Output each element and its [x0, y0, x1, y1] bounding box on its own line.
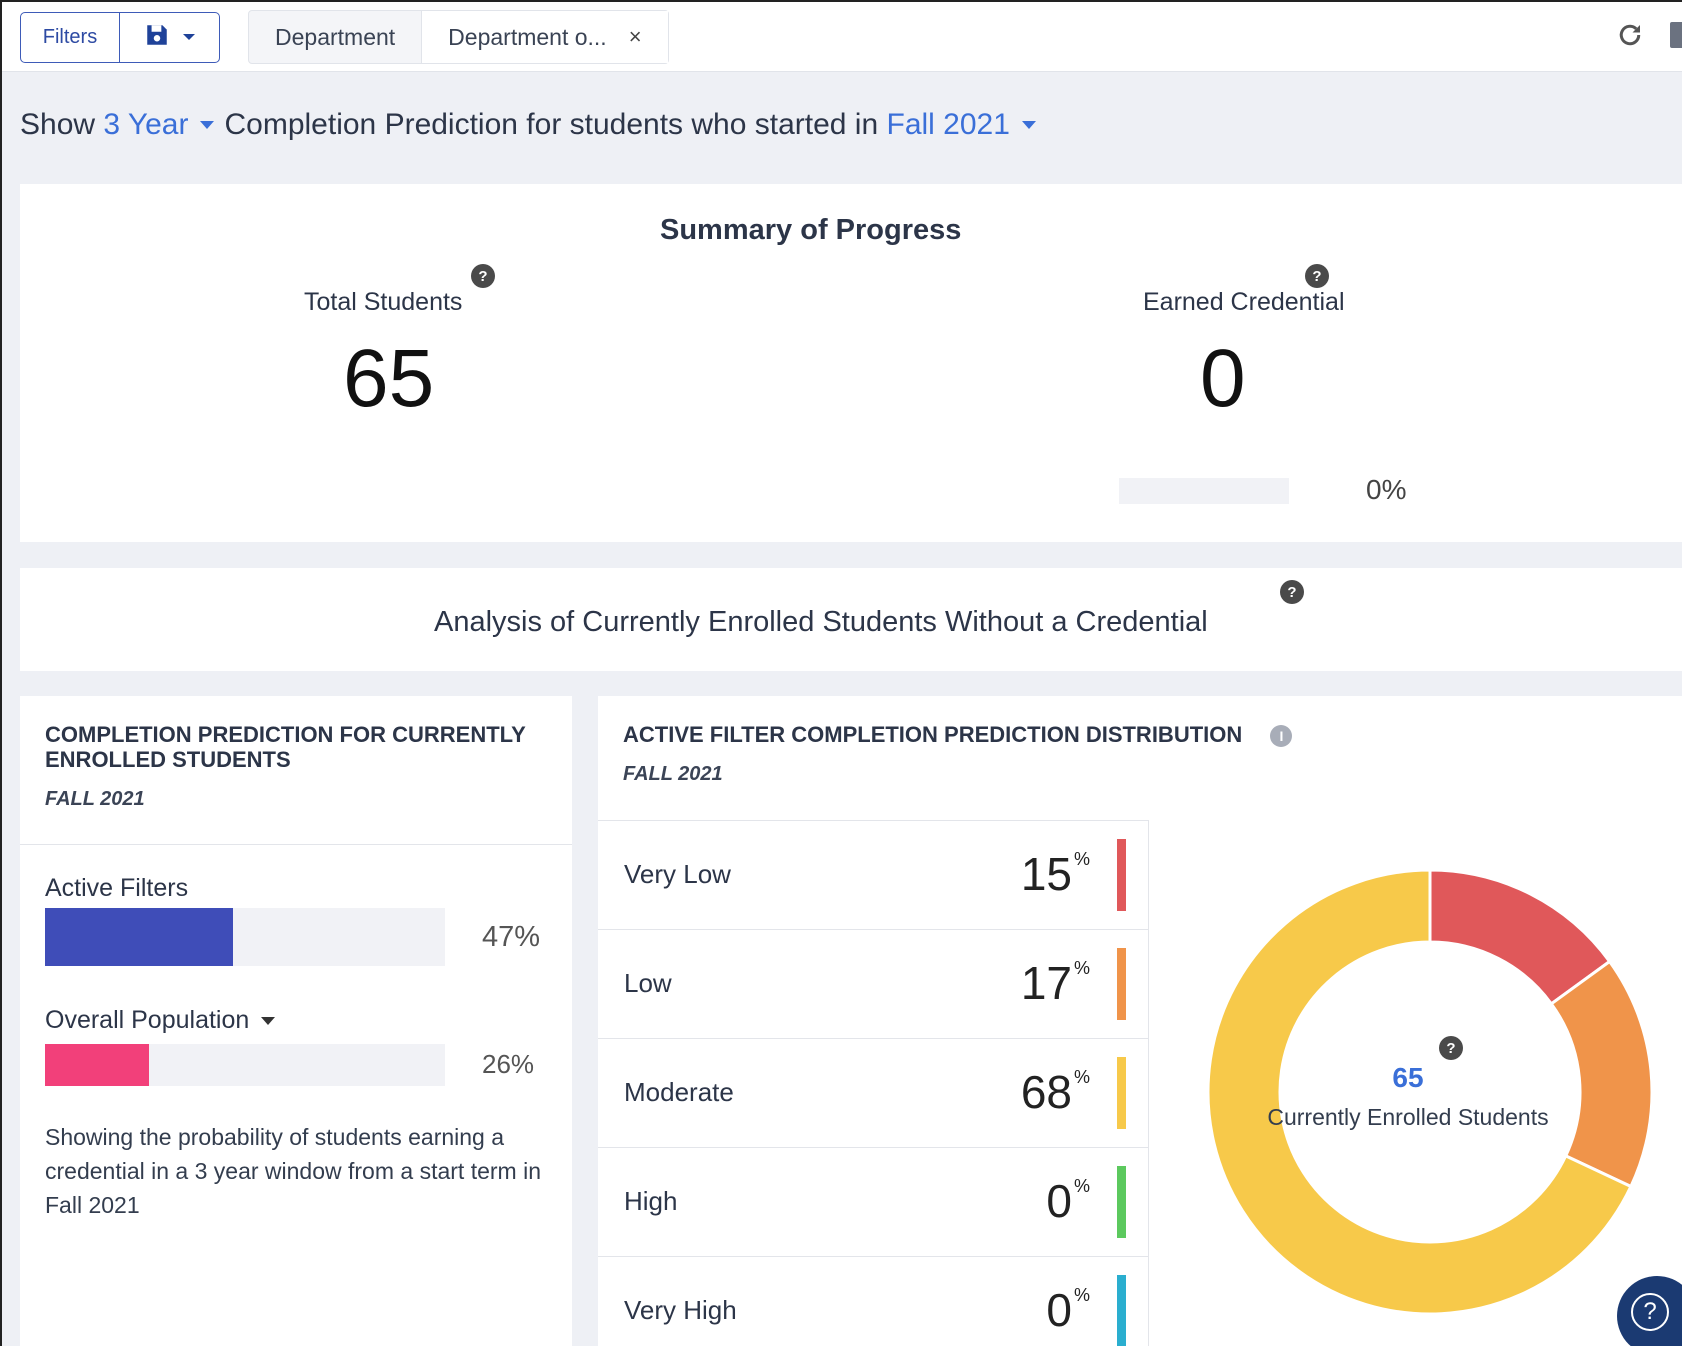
card-header: COMPLETION PREDICTION FOR CURRENTLY ENRO… [45, 722, 545, 811]
donut-slice-low[interactable] [1549, 959, 1654, 1189]
distribution-row: High 0% [598, 1147, 1148, 1256]
distribution-color-bar [1117, 1057, 1126, 1129]
distribution-row: Very High 0% [598, 1256, 1148, 1346]
total-students-label: Total Students [304, 288, 463, 316]
divider [1148, 820, 1149, 1346]
distribution-card: ACTIVE FILTER COMPLETION PREDICTION DIST… [598, 696, 1682, 1346]
tab-department[interactable]: Department [249, 11, 421, 63]
card-header: ACTIVE FILTER COMPLETION PREDICTION DIST… [623, 722, 1623, 786]
distribution-color-bar [1117, 948, 1126, 1020]
active-filters-bar-fill [45, 908, 233, 966]
distribution-value: 0% [1046, 1174, 1090, 1228]
overall-population-bar-fill [45, 1044, 149, 1086]
earned-credential-percent: 0% [1366, 474, 1407, 505]
chevron-down-icon [261, 1016, 276, 1025]
earned-credential-value: 0 [1200, 333, 1246, 424]
percent-sign: % [1073, 1067, 1090, 1087]
tab-department-o[interactable]: Department o... × [421, 11, 668, 63]
total-students-value: 65 [343, 333, 435, 424]
card-title: ACTIVE FILTER COMPLETION PREDICTION DIST… [623, 722, 1623, 748]
distribution-label: Low [624, 968, 672, 998]
distribution-row: Very Low 15% [598, 820, 1148, 929]
total-students-help-icon[interactable]: ? [471, 264, 495, 288]
distribution-label: Very Low [624, 859, 731, 889]
filters-button[interactable]: Filters [21, 13, 120, 62]
divider [20, 844, 572, 845]
overall-population-bar [45, 1044, 445, 1086]
distribution-label: High [624, 1186, 678, 1216]
donut-help-icon[interactable]: ? [1439, 1036, 1463, 1060]
analysis-title: Analysis of Currently Enrolled Students … [434, 606, 1208, 638]
toolbar-overflow-icon[interactable] [1670, 22, 1682, 48]
distribution-color-bar [1117, 839, 1126, 911]
distribution-value-number: 68 [1020, 1066, 1072, 1118]
earned-credential-label: Earned Credential [1143, 288, 1345, 316]
overall-population-dropdown[interactable]: Overall Population [45, 1006, 285, 1035]
distribution-value: 15% [1021, 847, 1090, 901]
earned-credential-help-icon[interactable]: ? [1305, 264, 1329, 288]
filter-save-group: Filters [20, 12, 220, 63]
distribution-value-number: 0 [1046, 1175, 1072, 1227]
description-text: Showing the probability of students earn… [45, 1124, 541, 1218]
distribution-value-number: 15 [1020, 848, 1072, 900]
toolbar: Filters Department Department o... × [0, 0, 1682, 72]
donut-center-label: Currently Enrolled Students [1267, 1104, 1549, 1130]
percent-sign: % [1073, 1176, 1090, 1196]
tab-bar: Department Department o... × [248, 10, 669, 64]
percent-sign: % [1073, 958, 1090, 978]
duration-caret-icon[interactable] [200, 121, 215, 129]
distribution-color-bar [1117, 1275, 1126, 1346]
card-title-text: ACTIVE FILTER COMPLETION PREDICTION DIST… [623, 722, 1243, 747]
summary-card: Summary of Progress Total Students ? 65 … [20, 184, 1682, 542]
floppy-disk-icon [144, 22, 170, 53]
duration-dropdown[interactable]: 3 Year [103, 108, 188, 142]
question-icon: ? [1631, 1293, 1669, 1331]
card-subtitle: FALL 2021 [45, 788, 145, 810]
card-subtitle: FALL 2021 [623, 763, 723, 786]
overall-population-label: Overall Population [45, 1006, 250, 1034]
percent-sign: % [1073, 849, 1090, 869]
active-filters-label: Active Filters [45, 874, 189, 902]
tab-label: Department o... [448, 23, 607, 50]
overall-population-percent: 26% [482, 1049, 535, 1079]
term-caret-icon[interactable] [1021, 121, 1036, 129]
distribution-value: 0% [1046, 1283, 1090, 1337]
card-title: COMPLETION PREDICTION FOR CURRENTLY ENRO… [45, 722, 526, 772]
distribution-color-bar [1117, 1166, 1126, 1238]
refresh-icon[interactable] [1615, 20, 1645, 55]
save-menu-button[interactable] [120, 13, 219, 62]
analysis-card: Analysis of Currently Enrolled Students … [20, 568, 1682, 671]
summary-title: Summary of Progress [660, 214, 962, 246]
page-headline: Show 3 Year Completion Prediction for st… [20, 108, 1046, 142]
earned-credential-progress [1119, 478, 1289, 504]
active-filters-percent: 47% [482, 921, 541, 953]
chevron-down-icon [182, 29, 196, 47]
close-icon[interactable]: × [629, 24, 642, 50]
distribution-value-number: 0 [1046, 1284, 1072, 1336]
distribution-label: Very High [624, 1295, 737, 1325]
distribution-label: Moderate [624, 1077, 734, 1107]
distribution-row: Low 17% [598, 929, 1148, 1038]
donut-center-value: 65 [1392, 1062, 1424, 1093]
distribution-value: 68% [1021, 1065, 1090, 1119]
completion-prediction-card: COMPLETION PREDICTION FOR CURRENTLY ENRO… [20, 696, 572, 1346]
info-icon[interactable]: i [1270, 725, 1293, 748]
donut-center: 65 Currently Enrolled Students [1258, 1062, 1558, 1131]
analysis-help-icon[interactable]: ? [1280, 580, 1304, 604]
headline-middle-text: Completion Prediction for students who s… [224, 108, 879, 141]
distribution-value: 17% [1021, 956, 1090, 1010]
distribution-value-number: 17 [1020, 957, 1072, 1009]
tab-label: Department [275, 23, 396, 50]
percent-sign: % [1073, 1285, 1090, 1305]
active-filters-bar [45, 908, 445, 966]
headline-show-text: Show [20, 108, 96, 141]
term-dropdown[interactable]: Fall 2021 [887, 108, 1010, 142]
distribution-row: Moderate 68% [598, 1038, 1148, 1147]
